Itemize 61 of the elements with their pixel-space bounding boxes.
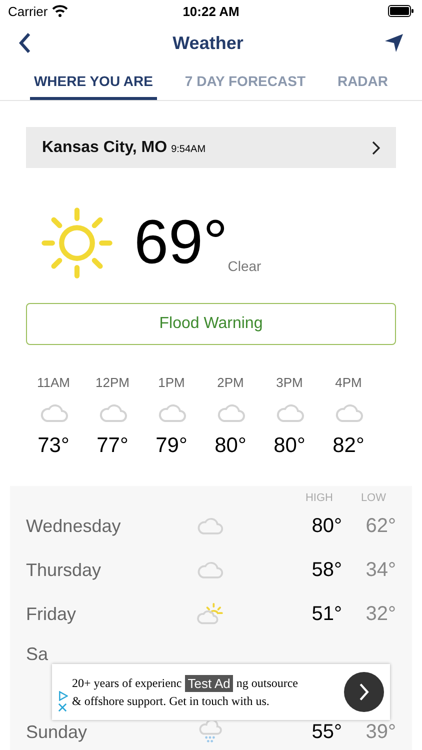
ad-text: 20+ years of experienc — [72, 676, 182, 691]
ad-text: & offshore support. Get in touch with us. — [72, 694, 270, 709]
low-temperature: 32° — [364, 602, 396, 626]
cloud-icon — [274, 402, 304, 424]
battery-icon — [388, 5, 414, 17]
cloud-icon — [196, 559, 224, 581]
cloud-icon — [334, 402, 364, 424]
day-name: Sa — [26, 644, 48, 665]
high-temperature: 55° — [310, 720, 342, 744]
hour-temperature: 79° — [156, 434, 188, 458]
flood-warning-button[interactable]: Flood Warning — [26, 303, 396, 345]
low-temperature: 62° — [364, 514, 396, 538]
hour-label: 4PM — [335, 375, 362, 390]
status-time: 10:22 AM — [182, 4, 240, 18]
cloud-icon — [216, 402, 246, 424]
tab[interactable]: WHERE YOU ARE — [30, 64, 157, 100]
wifi-icon — [52, 5, 68, 17]
hour-temperature: 80° — [214, 434, 246, 458]
hour-label: 2PM — [217, 375, 244, 390]
day-name: Sunday — [26, 722, 88, 742]
city-name: Kansas City, MO — [42, 138, 168, 156]
condition-label: Clear — [228, 258, 262, 274]
close-icon[interactable] — [58, 702, 67, 712]
high-header: HIGH — [305, 492, 333, 504]
test-ad-label: Test Ad — [184, 675, 234, 692]
carrier-label: Carrier — [8, 4, 48, 18]
day-name: Thursday — [26, 560, 102, 580]
ad-banner[interactable]: 20+ years of experienc Test Ad ng outsource & offshore support. Get in touch with us. — [52, 664, 390, 720]
low-header: LOW — [360, 492, 386, 504]
ad-next-button[interactable] — [344, 672, 384, 712]
hour-temperature: 82° — [332, 434, 364, 458]
current-temperature: 69° — [134, 212, 228, 274]
chevron-icon — [372, 140, 380, 154]
day-name: Wednesday — [26, 516, 122, 536]
hour-temperature: 73° — [38, 434, 70, 458]
partly-sunny-icon — [196, 603, 224, 625]
cloud-icon — [98, 402, 128, 424]
location-arrow-icon[interactable] — [384, 33, 404, 53]
low-temperature: 34° — [364, 558, 396, 582]
high-temperature: 80° — [310, 514, 342, 538]
ad-text: ng outsource — [236, 676, 298, 691]
chevron-icon[interactable] — [358, 682, 370, 702]
low-temperature: 39° — [364, 720, 396, 744]
day-name: Friday — [26, 604, 78, 624]
nav-title: Weather — [172, 32, 244, 54]
hour-label: 12PM — [96, 375, 130, 390]
cloud-icon — [156, 402, 186, 424]
hour-temperature: 77° — [96, 434, 128, 458]
update-time: 9:54AM — [171, 144, 206, 154]
hour-label: 3PM — [276, 375, 303, 390]
back-icon[interactable] — [18, 32, 32, 54]
rain-icon — [196, 721, 224, 743]
hour-label: 11AM — [37, 375, 70, 390]
hour-label: 1PM — [158, 375, 185, 390]
cloud-icon — [196, 515, 224, 537]
play-triangle-icon[interactable] — [58, 690, 68, 700]
high-temperature: 51° — [310, 602, 342, 626]
high-temperature: 58° — [310, 558, 342, 582]
cloud-icon — [38, 402, 68, 424]
hour-temperature: 80° — [274, 434, 306, 458]
location-bar[interactable]: Kansas City, MO 9:54AM — [26, 127, 396, 168]
